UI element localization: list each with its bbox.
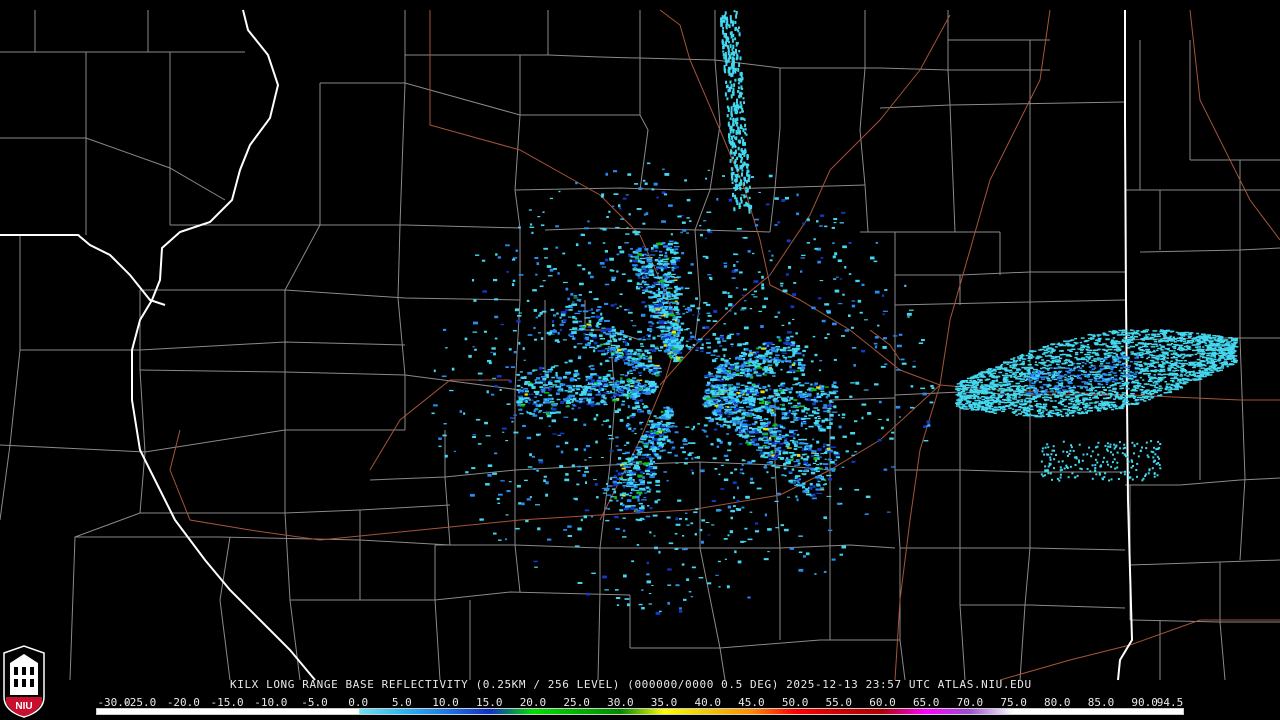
legend-tick: -10.0: [254, 696, 288, 709]
legend-color-bar: [96, 708, 1184, 715]
legend-tick: 60.0: [869, 696, 896, 709]
legend-tick: 80.0: [1044, 696, 1071, 709]
legend-tick: -15.0: [210, 696, 244, 709]
legend-tick: 94.5: [1156, 696, 1184, 709]
legend-tick: 55.0: [825, 696, 853, 709]
legend-tick: 35.0: [650, 696, 678, 709]
legend-tick: 0.0: [348, 696, 369, 709]
reflectivity-legend: -30.0 -25.0 -20.0 -15.0 -10.0 -5.0 0.0 5.0 10.0 1…: [96, 697, 1184, 717]
legend-tick: 65.0: [912, 696, 940, 709]
legend-tick: 15.0: [476, 696, 503, 709]
legend-tick: -25.0: [123, 696, 157, 709]
legend-tick: 20.0: [519, 696, 547, 709]
legend-tick: 25.0: [563, 696, 590, 709]
product-title: KILX LONG RANGE BASE REFLECTIVITY (0.25K…: [230, 678, 1032, 691]
niu-logo: NIU: [3, 645, 45, 718]
logo-text: NIU: [15, 701, 32, 712]
legend-tick: -5.0: [301, 696, 328, 709]
legend-tick: 40.0: [694, 696, 721, 709]
legend-tick: 45.0: [738, 696, 765, 709]
legend-tick: 50.0: [781, 696, 809, 709]
legend-tick: 10.0: [432, 696, 459, 709]
legend-tick: 70.0: [956, 696, 984, 709]
legend-tick: 30.0: [607, 696, 634, 709]
radar-map: [0, 9, 1280, 681]
legend-tick-labels: -30.0 -25.0 -20.0 -15.0 -10.0 -5.0 0.0 5.0 10.0 1…: [96, 697, 1184, 708]
legend-tick: 90.0: [1131, 696, 1158, 709]
legend-tick: -20.0: [166, 696, 200, 709]
highway-lines: [169, 9, 1280, 681]
legend-tick: 75.0: [1000, 696, 1027, 709]
radar-echoes: [431, 10, 1239, 615]
legend-tick: 5.0: [391, 696, 412, 709]
legend-tick: 85.0: [1087, 696, 1115, 709]
